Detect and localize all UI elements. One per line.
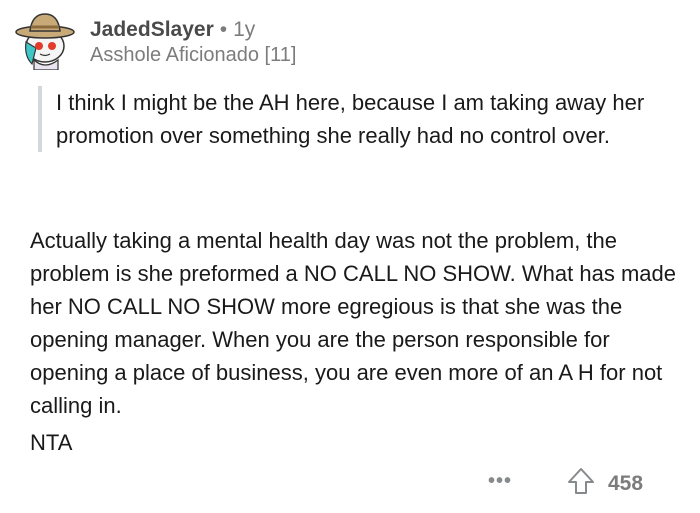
user-flair: Asshole Aficionado [11]	[90, 44, 297, 66]
comment-paragraph: Actually taking a mental health day was …	[30, 228, 676, 418]
separator-dot: •	[219, 18, 228, 41]
comment-age: 1y	[233, 18, 256, 41]
more-options-icon[interactable]: •••	[488, 470, 512, 493]
quoted-text: I think I might be the AH here, because …	[38, 86, 700, 152]
upvote-count: 458	[608, 471, 644, 495]
upvote-arrow-icon[interactable]	[566, 466, 596, 501]
comment-header: JadedSlayer • 1y	[90, 18, 255, 42]
author-username[interactable]: JadedSlayer	[90, 18, 214, 41]
vote-control: 458	[566, 466, 643, 501]
comment-paragraph: NTA	[30, 430, 73, 455]
avatar[interactable]	[14, 8, 76, 71]
